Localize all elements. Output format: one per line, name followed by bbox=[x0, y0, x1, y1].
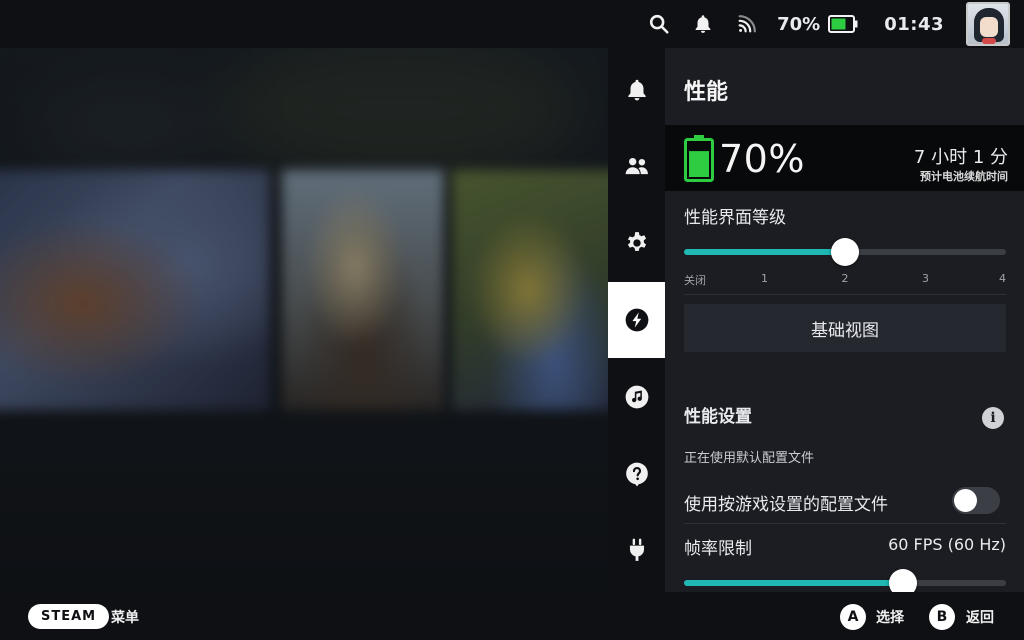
gear-icon bbox=[627, 232, 646, 251]
divider bbox=[684, 523, 1006, 524]
battery-percent: 70% bbox=[777, 13, 821, 35]
background-dim-overlay bbox=[0, 0, 608, 592]
slider-tick-label: 2 bbox=[841, 272, 849, 285]
tab-settings[interactable] bbox=[608, 205, 665, 281]
profile-button[interactable] bbox=[966, 0, 1010, 48]
search-button[interactable] bbox=[637, 0, 681, 48]
avatar bbox=[966, 2, 1010, 46]
battery-icon bbox=[828, 15, 858, 33]
slider-thumb[interactable] bbox=[831, 238, 859, 266]
b-button-glyph[interactable]: B bbox=[929, 604, 955, 630]
notifications-button[interactable] bbox=[681, 0, 725, 48]
bottom-button-bar: STEAM 菜单 A 选择 B 返回 bbox=[0, 592, 1024, 640]
perf-settings-heading: 性能设置 bbox=[684, 407, 752, 427]
slider-tick-label: 4 bbox=[999, 272, 1006, 285]
a-button-glyph[interactable]: A bbox=[840, 604, 866, 630]
blurred-library-background bbox=[0, 0, 608, 592]
network-status[interactable] bbox=[725, 0, 769, 48]
battery-icon bbox=[684, 135, 714, 182]
help-icon bbox=[625, 462, 648, 487]
slider-fill bbox=[684, 249, 845, 255]
battery-percent-large: 70% bbox=[719, 137, 805, 181]
bell-icon bbox=[695, 15, 711, 33]
slider-tick-label: 1 bbox=[761, 272, 768, 285]
basic-view-button[interactable]: 基础视图 bbox=[684, 304, 1006, 352]
tab-help[interactable] bbox=[608, 436, 665, 512]
clock: 01:43 bbox=[884, 0, 966, 48]
slider-tick-label: 3 bbox=[922, 272, 929, 285]
divider bbox=[684, 294, 1006, 295]
tab-performance[interactable] bbox=[608, 282, 665, 358]
back-label: 返回 bbox=[966, 610, 994, 626]
bell-icon bbox=[627, 79, 646, 101]
slider-tick-label: 关闭 bbox=[684, 274, 706, 287]
performance-panel: 性能 70% 7 小时 1 分 预计电池续航时间 性能界面等级 关闭 1 2 3 4 基… bbox=[665, 48, 1024, 592]
quick-access-tabs bbox=[608, 48, 665, 592]
tab-music[interactable] bbox=[608, 359, 665, 435]
friends-icon bbox=[625, 157, 648, 175]
top-status-bar: 70% 01:43 bbox=[0, 0, 1024, 48]
avatar-face bbox=[980, 17, 998, 37]
wifi-icon bbox=[738, 15, 757, 33]
plug-icon bbox=[629, 538, 644, 561]
battery-time-remaining: 7 小时 1 分 bbox=[913, 147, 1008, 168]
per-game-profile-toggle[interactable] bbox=[952, 487, 1000, 514]
menu-label: 菜单 bbox=[111, 610, 139, 626]
slider-thumb[interactable] bbox=[888, 569, 917, 592]
framerate-limit-value: 60 FPS (60 Hz) bbox=[888, 535, 1006, 554]
search-icon bbox=[650, 14, 669, 34]
profile-status-note: 正在使用默认配置文件 bbox=[684, 451, 815, 466]
per-game-profile-label: 使用按游戏设置的配置文件 bbox=[684, 495, 888, 515]
select-label: 选择 bbox=[876, 610, 904, 626]
tab-notifications[interactable] bbox=[608, 52, 665, 128]
info-icon[interactable]: i bbox=[982, 407, 1004, 429]
battery-status[interactable]: 70% bbox=[769, 0, 884, 48]
slider-fill bbox=[684, 580, 903, 586]
overlay-level-label: 性能界面等级 bbox=[684, 208, 786, 228]
framerate-limit-slider[interactable] bbox=[684, 569, 1006, 592]
overlay-level-slider[interactable] bbox=[684, 238, 1006, 266]
music-note-icon bbox=[625, 385, 648, 409]
tab-friends[interactable] bbox=[608, 128, 665, 204]
framerate-limit-label: 帧率限制 bbox=[684, 539, 752, 559]
clock-time: 01:43 bbox=[884, 13, 944, 35]
toggle-knob bbox=[954, 489, 977, 512]
avatar-bow bbox=[982, 38, 996, 44]
tab-power[interactable] bbox=[608, 512, 665, 588]
steam-button[interactable]: STEAM bbox=[28, 604, 110, 629]
lightning-icon bbox=[625, 308, 648, 332]
panel-title: 性能 bbox=[684, 80, 729, 105]
overlay-level-ticks: 关闭 1 2 3 4 bbox=[684, 272, 1006, 288]
battery-summary: 70% 7 小时 1 分 预计电池续航时间 bbox=[665, 125, 1024, 191]
battery-time-caption: 预计电池续航时间 bbox=[920, 170, 1008, 183]
steam-deck-screen: 70% 01:43 性能 70% 7 小时 1 分 预计电池续航时间 性能界面等… bbox=[0, 0, 1024, 640]
